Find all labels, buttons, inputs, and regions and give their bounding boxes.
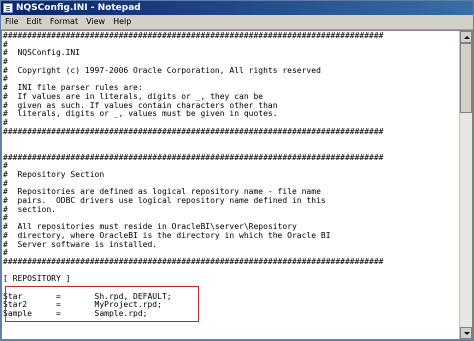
text-line: [3, 267, 460, 276]
text-line: ########################################…: [3, 126, 384, 136]
vertical-scrollbar[interactable]: [459, 31, 472, 339]
text-content[interactable]: ########################################…: [3, 31, 460, 339]
menu-file[interactable]: File: [1, 15, 22, 29]
scroll-down-button[interactable]: [460, 327, 472, 339]
text-line: ########################################…: [3, 31, 384, 40]
text-line: # pairs. ODBC drivers use logical reposi…: [3, 196, 326, 206]
menu-bar: File Edit Format View Help: [1, 15, 473, 30]
menu-view[interactable]: View: [82, 15, 109, 29]
text-line: # Repository Section: [3, 170, 105, 179]
text-line: # literals, digits or _, values must be …: [3, 109, 278, 119]
text-line: ########################################…: [3, 256, 384, 266]
text-line: Sample = Sample.rpd;: [3, 309, 148, 318]
title-bar[interactable]: NQSConfig.INI - Notepad: [1, 1, 473, 15]
text-line: # NQSConfig.INI: [3, 48, 81, 58]
scroll-thumb[interactable]: [460, 43, 472, 113]
text-editor[interactable]: ########################################…: [1, 30, 473, 340]
text-line: ########################################…: [3, 152, 384, 162]
text-line: # section.: [3, 204, 56, 214]
text-line: [3, 319, 460, 328]
menu-format[interactable]: Format: [46, 15, 82, 29]
text-line: # Copyright (c) 1997-2006 Oracle Corpora…: [3, 65, 321, 75]
notepad-icon[interactable]: [3, 3, 13, 13]
scroll-up-button[interactable]: [460, 31, 472, 43]
text-line: [3, 136, 460, 145]
window-title: NQSConfig.INI - Notepad: [16, 3, 141, 13]
text-line: # Server software is installed.: [3, 239, 158, 249]
notepad-window: NQSConfig.INI - Notepad File Edit Format Vi…: [0, 0, 474, 341]
menu-help[interactable]: Help: [109, 15, 135, 29]
menu-edit[interactable]: Edit: [22, 15, 46, 29]
text-line: [ REPOSITORY ]: [3, 274, 71, 284]
